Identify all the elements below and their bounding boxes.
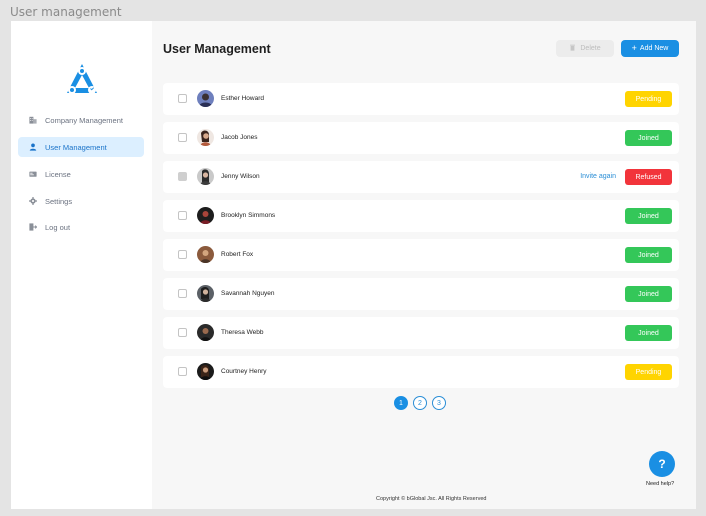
table-row[interactable]: Jacob Jones Joined xyxy=(163,122,679,154)
table-row[interactable]: Robert Fox Joined xyxy=(163,239,679,271)
main-content: User Management Delete + Add New Esther … xyxy=(152,21,696,509)
row-checkbox[interactable] xyxy=(178,328,187,337)
delete-button-label: Delete xyxy=(580,45,601,52)
app-window: Company Management User Management Licen… xyxy=(11,21,696,509)
copyright-text: Copyright © bGlobal Jsc. All Rights Rese… xyxy=(376,496,487,502)
table-row[interactable]: Brooklyn Simmons Joined xyxy=(163,200,679,232)
trash-icon xyxy=(569,44,576,53)
status-badge: Joined xyxy=(625,286,672,302)
page-button-3[interactable]: 3 xyxy=(432,396,446,410)
avatar xyxy=(197,324,214,341)
sidebar-item-settings[interactable]: Settings xyxy=(18,191,144,211)
sidebar-item-label: License xyxy=(45,169,71,179)
avatar xyxy=(197,168,214,185)
avatar xyxy=(197,90,214,107)
row-checkbox[interactable] xyxy=(178,133,187,142)
license-card-icon xyxy=(29,170,37,178)
avatar xyxy=(197,363,214,380)
row-checkbox[interactable] xyxy=(178,211,187,220)
user-name: Savannah Nguyen xyxy=(221,290,275,297)
page-button-2[interactable]: 2 xyxy=(413,396,427,410)
row-checkbox[interactable] xyxy=(178,367,187,376)
user-name: Brooklyn Simmons xyxy=(221,212,276,219)
sidebar-item-label: Company Management xyxy=(45,115,123,125)
sidebar: Company Management User Management Licen… xyxy=(11,21,152,509)
avatar xyxy=(197,285,214,302)
avatar xyxy=(197,246,214,263)
sidebar-item-label: Log out xyxy=(45,222,71,232)
sidebar-item-user-management[interactable]: User Management xyxy=(18,137,144,157)
help-button[interactable]: ? xyxy=(649,451,675,477)
user-name: Esther Howard xyxy=(221,95,264,102)
page-button-1[interactable]: 1 xyxy=(394,396,408,410)
building-icon xyxy=(29,116,37,124)
sidebar-item-license[interactable]: License xyxy=(18,164,144,184)
pagination: 1 2 3 xyxy=(394,396,446,410)
invite-again-link[interactable]: Invite again xyxy=(580,173,616,180)
user-name: Theresa Webb xyxy=(221,329,264,336)
avatar xyxy=(197,129,214,146)
row-checkbox[interactable] xyxy=(178,289,187,298)
app-logo xyxy=(64,61,100,97)
user-name: Robert Fox xyxy=(221,251,254,258)
table-row[interactable]: Savannah Nguyen Joined xyxy=(163,278,679,310)
user-name: Jenny Wilson xyxy=(221,173,260,180)
logout-icon xyxy=(29,223,37,231)
page-title: User Management xyxy=(163,42,271,56)
status-badge: Joined xyxy=(625,325,672,341)
add-new-button[interactable]: + Add New xyxy=(621,40,679,57)
window-title: User management xyxy=(10,5,122,19)
user-icon xyxy=(29,143,37,151)
table-row[interactable]: Courtney Henry Pending xyxy=(163,356,679,388)
table-row[interactable]: Jenny Wilson Invite again Refused xyxy=(163,161,679,193)
row-checkbox[interactable] xyxy=(178,250,187,259)
add-new-button-label: Add New xyxy=(639,45,669,52)
sidebar-item-company-management[interactable]: Company Management xyxy=(18,110,144,130)
status-badge: Joined xyxy=(625,130,672,146)
row-checkbox[interactable] xyxy=(178,94,187,103)
gear-icon xyxy=(29,197,37,205)
sidebar-item-label: Settings xyxy=(45,196,73,206)
status-badge: Refused xyxy=(625,169,672,185)
avatar xyxy=(197,207,214,224)
help-label: Need help? xyxy=(646,481,675,487)
status-badge: Pending xyxy=(625,91,672,107)
status-badge: Pending xyxy=(625,364,672,380)
question-mark-icon: ? xyxy=(658,457,666,471)
user-name: Courtney Henry xyxy=(221,368,267,375)
status-badge: Joined xyxy=(625,208,672,224)
table-row[interactable]: Esther Howard Pending xyxy=(163,83,679,115)
sidebar-item-label: User Management xyxy=(45,142,107,152)
plus-icon: + xyxy=(631,43,637,53)
sidebar-item-log-out[interactable]: Log out xyxy=(18,217,144,237)
table-row[interactable]: Theresa Webb Joined xyxy=(163,317,679,349)
delete-button[interactable]: Delete xyxy=(556,40,614,57)
row-checkbox[interactable] xyxy=(178,172,187,181)
status-badge: Joined xyxy=(625,247,672,263)
user-name: Jacob Jones xyxy=(221,134,258,141)
